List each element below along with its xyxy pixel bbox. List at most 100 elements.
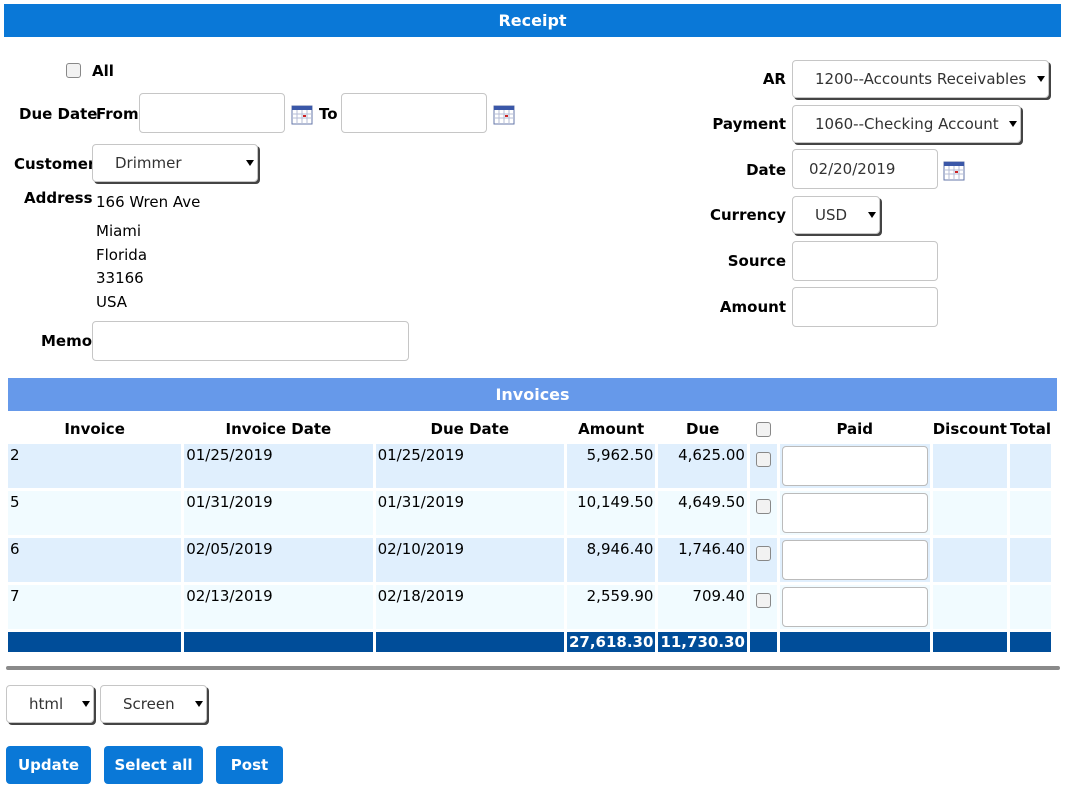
col-due-date: Due Date (430, 420, 509, 438)
select-all-button[interactable]: Select all (104, 746, 203, 784)
due-date: 01/31/2019 (375, 491, 564, 535)
discount-cell (932, 491, 1007, 535)
invoice-due: 4,625.00 (658, 444, 747, 488)
discount-cell (932, 585, 1007, 629)
invoice-date: 02/05/2019 (184, 538, 373, 582)
customer-label: Customer (14, 155, 96, 173)
address-label: Address (24, 189, 93, 207)
calendar-icon[interactable] (291, 105, 313, 125)
invoice-number[interactable]: 6 (8, 538, 182, 582)
invoice-amount: 10,149.50 (566, 491, 656, 535)
chevron-down-icon (195, 701, 203, 707)
invoice-date: 02/13/2019 (184, 585, 373, 629)
chevron-down-icon (1037, 76, 1045, 82)
page-title: Receipt (4, 4, 1061, 37)
paid-input[interactable] (781, 493, 928, 533)
post-button[interactable]: Post (216, 746, 283, 784)
due-date: 01/25/2019 (375, 444, 564, 488)
currency-label: Currency (709, 206, 786, 224)
invoices-table: Invoice Invoice Date Due Date Amount Due… (5, 414, 1054, 655)
paid-input[interactable] (781, 540, 928, 580)
to-label: To (319, 105, 338, 123)
memo-label: Memo (41, 332, 93, 350)
paid-input[interactable] (781, 446, 928, 486)
payment-account-select[interactable]: 1060--Checking Account (792, 105, 1021, 143)
invoice-number[interactable]: 2 (8, 444, 182, 488)
from-label: From (96, 105, 139, 123)
invoice-amount: 2,559.90 (566, 585, 656, 629)
invoice-date: 01/31/2019 (184, 491, 373, 535)
col-invoice: Invoice (64, 420, 125, 438)
payment-account-selected: 1060--Checking Account (815, 115, 999, 133)
total-cell (1009, 444, 1051, 488)
currency-select[interactable]: USD (792, 196, 880, 234)
invoice-date: 01/25/2019 (184, 444, 373, 488)
invoice-amount: 5,962.50 (566, 444, 656, 488)
due-date-to-input[interactable] (341, 93, 487, 133)
total-due: 11,730.30 (658, 632, 747, 652)
all-label: All (92, 62, 114, 80)
total-cell (1009, 585, 1051, 629)
row-checkbox[interactable] (755, 593, 771, 608)
customer-select[interactable]: Drimmer (92, 144, 258, 182)
table-row: 6 02/05/2019 02/10/2019 8,946.40 1,746.4… (8, 538, 1051, 582)
source-input[interactable] (792, 241, 938, 281)
invoice-number[interactable]: 5 (8, 491, 182, 535)
media-selected: Screen (123, 695, 175, 713)
col-discount: Discount (932, 420, 1007, 438)
memo-input[interactable] (92, 321, 409, 361)
col-amount: Amount (578, 420, 645, 438)
chevron-down-icon (246, 160, 254, 166)
address-line-4: 33166 (96, 269, 144, 287)
col-total: Total (1010, 420, 1051, 438)
ar-label: AR (762, 70, 786, 88)
chevron-down-icon (868, 212, 876, 218)
table-row: 7 02/13/2019 02/18/2019 2,559.90 709.40 (8, 585, 1051, 629)
format-select[interactable]: html (6, 685, 94, 723)
media-select[interactable]: Screen (100, 685, 207, 723)
update-button[interactable]: Update (6, 746, 91, 784)
date-input[interactable] (792, 149, 938, 189)
col-paid: Paid (836, 420, 874, 438)
amount-label: Amount (719, 298, 786, 316)
due-date: 02/10/2019 (375, 538, 564, 582)
col-due: Due (686, 420, 720, 438)
address-line-3: Florida (96, 246, 148, 264)
totals-row: 27,618.30 11,730.30 (8, 632, 1051, 652)
paid-input[interactable] (781, 587, 928, 627)
all-checkbox[interactable] (66, 63, 81, 78)
row-checkbox[interactable] (755, 499, 771, 514)
row-checkbox[interactable] (755, 546, 771, 561)
due-date-from-input[interactable] (139, 93, 285, 133)
table-row: 5 01/31/2019 01/31/2019 10,149.50 4,649.… (8, 491, 1051, 535)
due-date-label: Due Date (19, 105, 98, 123)
total-amount: 27,618.30 (566, 632, 656, 652)
chevron-down-icon (82, 701, 90, 707)
amount-input[interactable] (792, 287, 938, 327)
divider (6, 666, 1060, 670)
calendar-icon[interactable] (493, 105, 515, 125)
discount-cell (932, 444, 1007, 488)
invoice-number[interactable]: 7 (8, 585, 182, 629)
date-label: Date (746, 161, 786, 179)
calendar-icon[interactable] (943, 161, 965, 181)
col-select (750, 417, 777, 441)
ar-account-select[interactable]: 1200--Accounts Receivables (792, 60, 1049, 98)
select-all-checkbox[interactable] (755, 421, 771, 437)
table-row: 2 01/25/2019 01/25/2019 5,962.50 4,625.0… (8, 444, 1051, 488)
invoice-due: 4,649.50 (658, 491, 747, 535)
format-selected: html (29, 695, 64, 713)
due-date: 02/18/2019 (375, 585, 564, 629)
invoice-due: 1,746.40 (658, 538, 747, 582)
address-line-2: Miami (96, 222, 142, 240)
currency-selected: USD (815, 206, 848, 224)
customer-selected: Drimmer (115, 154, 182, 172)
chevron-down-icon (1009, 121, 1017, 127)
payment-label: Payment (712, 115, 786, 133)
source-label: Source (727, 252, 786, 270)
row-checkbox[interactable] (755, 452, 771, 467)
invoice-amount: 8,946.40 (566, 538, 656, 582)
invoice-due: 709.40 (658, 585, 747, 629)
ar-account-selected: 1200--Accounts Receivables (815, 70, 1027, 88)
total-cell (1009, 538, 1051, 582)
